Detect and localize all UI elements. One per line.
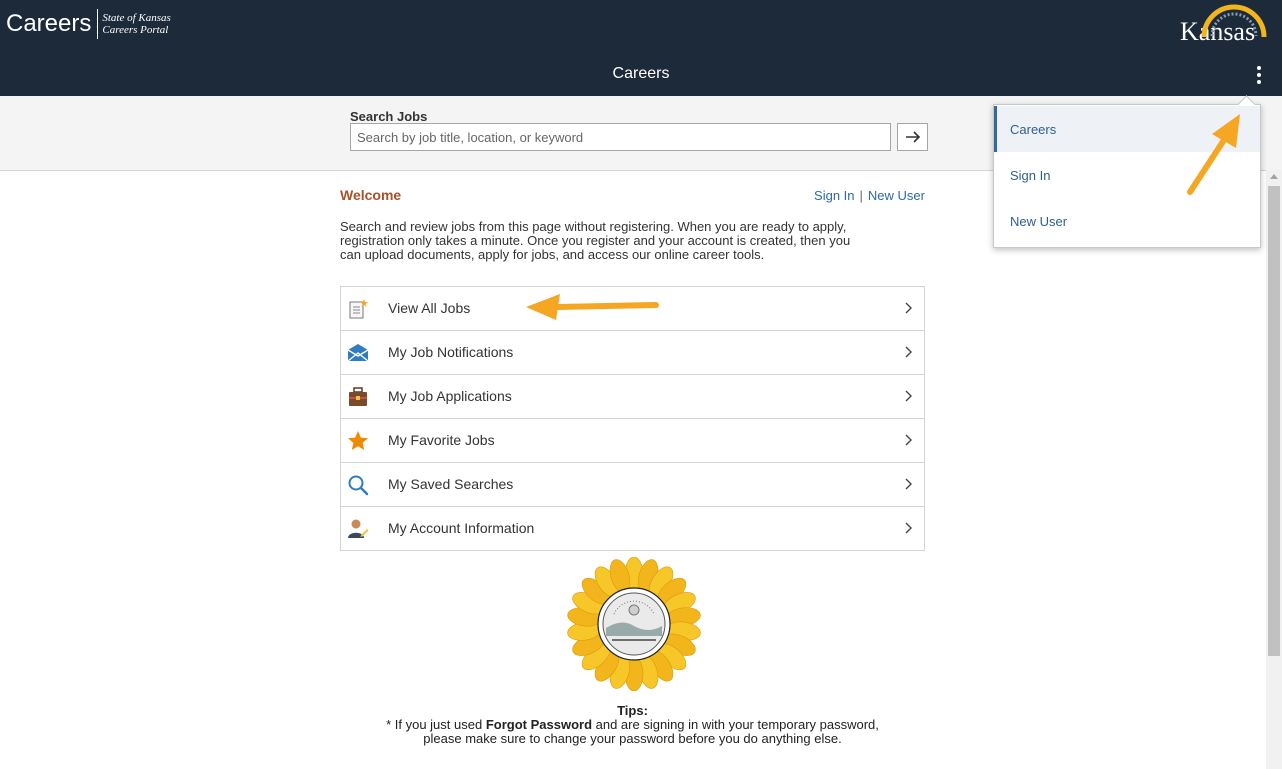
menu-item-label: My Saved Searches: [388, 476, 514, 492]
kansas-logo: Kansas: [1180, 4, 1280, 50]
menu-item-label: View All Jobs: [388, 300, 471, 316]
menu-item-favorite-jobs[interactable]: My Favorite Jobs: [341, 419, 924, 463]
tips-line: * If you just used Forgot Password and a…: [340, 718, 925, 732]
menu-item-job-notifications[interactable]: My Job Notifications: [341, 331, 924, 375]
auth-links: Sign In | New User: [814, 188, 925, 203]
scroll-up-arrow-icon[interactable]: [1270, 174, 1278, 179]
star-icon: [348, 431, 368, 450]
menu-item-label: My Job Notifications: [388, 344, 514, 360]
sign-in-link[interactable]: Sign In: [814, 188, 854, 203]
tips-text: and are signing in with your temporary p…: [592, 717, 879, 732]
dropdown-item-sign-in[interactable]: Sign In: [994, 152, 1260, 198]
briefcase-icon: [349, 387, 367, 406]
tips-section: Tips: * If you just used Forgot Password…: [340, 704, 925, 746]
chevron-right-icon: [905, 302, 912, 314]
menu-item-job-applications[interactable]: My Job Applications: [341, 375, 924, 419]
user-edit-icon: [348, 519, 369, 538]
brand-subtitle-line1: State of Kansas: [102, 12, 171, 24]
welcome-intro: Search and review jobs from this page wi…: [340, 220, 925, 262]
chevron-right-icon: [905, 390, 912, 402]
document-new-icon: [349, 299, 368, 319]
dropdown-item-careers[interactable]: Careers: [994, 106, 1260, 152]
kebab-dot-icon: [1257, 80, 1261, 84]
tips-text: * If you just used: [386, 717, 486, 732]
link-separator: |: [859, 188, 863, 203]
dropdown-item-new-user[interactable]: New User: [994, 198, 1260, 244]
dropdown-item-label: Careers: [1010, 122, 1057, 137]
page-title: Careers: [612, 65, 670, 82]
menu-item-account-information[interactable]: My Account Information: [341, 507, 924, 550]
chevron-right-icon: [905, 346, 912, 358]
brand-subtitle-line2: Careers Portal: [102, 24, 169, 36]
sun-arc-icon: [1201, 4, 1267, 38]
tips-title: Tips:: [617, 703, 648, 718]
envelope-icon: [347, 344, 369, 362]
brand[interactable]: Careers State of Kansas Careers Portal: [6, 9, 171, 39]
forgot-password-emphasis: Forgot Password: [485, 717, 593, 732]
intro-line: Search and review jobs from this page wi…: [340, 219, 847, 234]
welcome-title: Welcome: [340, 187, 402, 203]
dropdown-item-label: New User: [1010, 214, 1068, 229]
menu-item-label: My Favorite Jobs: [388, 432, 495, 448]
actions-menu-button[interactable]: [1249, 63, 1269, 87]
brand-divider: [97, 9, 99, 39]
actions-dropdown-menu: Careers Sign In New User: [993, 95, 1261, 248]
scroll-thumb[interactable]: [1268, 186, 1280, 656]
search-input[interactable]: [350, 123, 891, 151]
menu-item-label: My Account Information: [388, 520, 535, 536]
brand-title: Careers: [6, 10, 92, 37]
search-label: Search Jobs: [350, 109, 428, 124]
top-banner: Careers State of Kansas Careers Portal K…: [0, 0, 1282, 96]
brand-subtitle: State of Kansas Careers Portal: [102, 12, 170, 36]
intro-line: can upload documents, apply for jobs, an…: [340, 247, 765, 262]
chevron-right-icon: [905, 522, 912, 534]
kansas-seal-sunflower-icon: [567, 557, 701, 691]
intro-line: registration only takes a minute. Once y…: [340, 233, 851, 248]
career-menu-list: View All Jobs My Job Notifications My Jo…: [340, 286, 925, 551]
menu-item-view-all-jobs[interactable]: View All Jobs: [341, 287, 924, 331]
dropdown-item-label: Sign In: [1010, 168, 1051, 183]
kebab-dot-icon: [1257, 73, 1261, 77]
chevron-right-icon: [905, 478, 912, 490]
page-scrollbar[interactable]: [1266, 170, 1282, 769]
welcome-row: Welcome Sign In | New User: [340, 187, 925, 207]
new-user-link[interactable]: New User: [868, 188, 925, 203]
menu-item-saved-searches[interactable]: My Saved Searches: [341, 463, 924, 507]
search-submit-button[interactable]: [897, 123, 928, 151]
menu-item-label: My Job Applications: [388, 388, 512, 404]
chevron-right-icon: [905, 434, 912, 446]
magnifier-icon: [348, 475, 369, 496]
tips-line: please make sure to change your password…: [423, 731, 842, 746]
kebab-dot-icon: [1257, 66, 1261, 70]
arrow-right-icon: [905, 131, 920, 143]
